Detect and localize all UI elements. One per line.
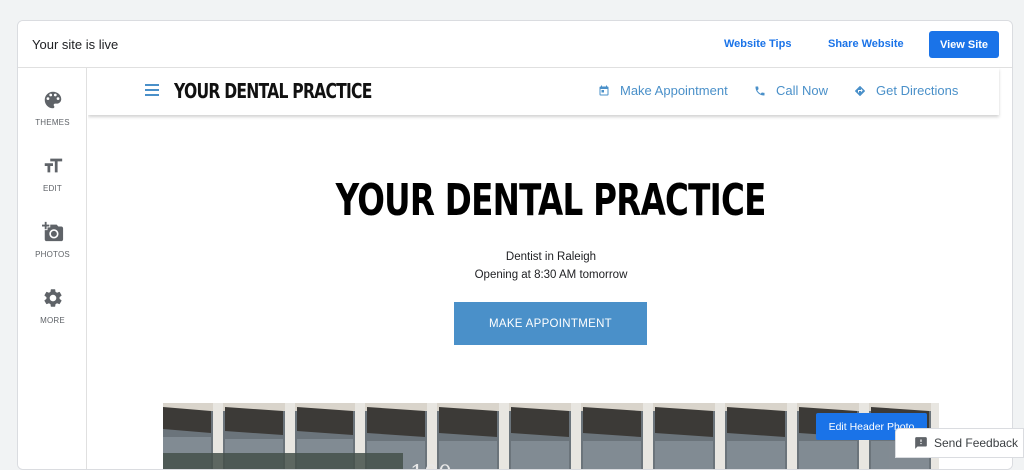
building-number: 100	[410, 462, 452, 470]
nav-link-label: Make Appointment	[620, 83, 728, 98]
business-category: Dentist in Raleigh	[505, 251, 597, 263]
palette-icon	[44, 91, 61, 109]
nav-link-label: Call Now	[776, 83, 829, 98]
menu-icon[interactable]	[145, 84, 159, 96]
nav-link-label: Get Directions	[876, 83, 959, 98]
sidebar-item-label: THEMES	[35, 118, 70, 127]
editor-sidebar: THEMES EDIT PHOTOS MORE	[18, 68, 87, 469]
make-appointment-button[interactable]: MAKE APPOINTMENT	[454, 302, 647, 345]
opening-hours: Opening at 8:30 AM tomorrow	[474, 269, 628, 281]
text-size-icon	[44, 158, 62, 173]
add-photo-icon	[41, 221, 63, 242]
site-brand[interactable]: YOUR DENTAL PRACTICE	[174, 79, 372, 103]
sidebar-item-edit[interactable]: EDIT	[18, 155, 87, 205]
send-feedback-label: Send Feedback	[934, 436, 1019, 450]
nav-make-appointment[interactable]: Make Appointment	[598, 83, 728, 98]
nav-get-directions[interactable]: Get Directions	[854, 83, 958, 98]
website-tips-link[interactable]: Website Tips	[724, 38, 791, 50]
view-site-button[interactable]: View Site	[929, 31, 999, 58]
site-status-text: Your site is live	[32, 37, 119, 52]
nav-call-now[interactable]: Call Now	[754, 83, 828, 98]
hero-title-text: YOUR DENTAL PRACTICE	[335, 175, 767, 226]
editor-frame: Your site is live Website Tips Share Web…	[17, 20, 1013, 470]
share-website-link[interactable]: Share Website	[828, 38, 904, 50]
sidebar-item-label: EDIT	[42, 184, 63, 193]
sidebar-item-more[interactable]: MORE	[18, 287, 87, 337]
site-preview: YOUR DENTAL PRACTICE Make Appointment Ca…	[88, 68, 1012, 470]
phone-icon	[755, 86, 765, 95]
sidebar-item-photos[interactable]: PHOTOS	[18, 221, 87, 271]
feedback-icon	[915, 437, 927, 449]
editor-topbar: Your site is live Website Tips Share Web…	[18, 21, 1012, 68]
sidebar-item-label: PHOTOS	[35, 250, 70, 259]
send-feedback-button[interactable]: Send Feedback	[895, 428, 1024, 458]
sidebar-item-label: MORE	[40, 316, 65, 325]
hero-title: YOUR DENTAL PRACTICE	[88, 175, 1012, 226]
directions-icon	[855, 85, 866, 96]
gear-icon	[43, 289, 62, 307]
site-nav-bar: YOUR DENTAL PRACTICE Make Appointment Ca…	[88, 68, 999, 115]
sidebar-item-themes[interactable]: THEMES	[18, 89, 87, 139]
calendar-icon	[599, 85, 609, 95]
